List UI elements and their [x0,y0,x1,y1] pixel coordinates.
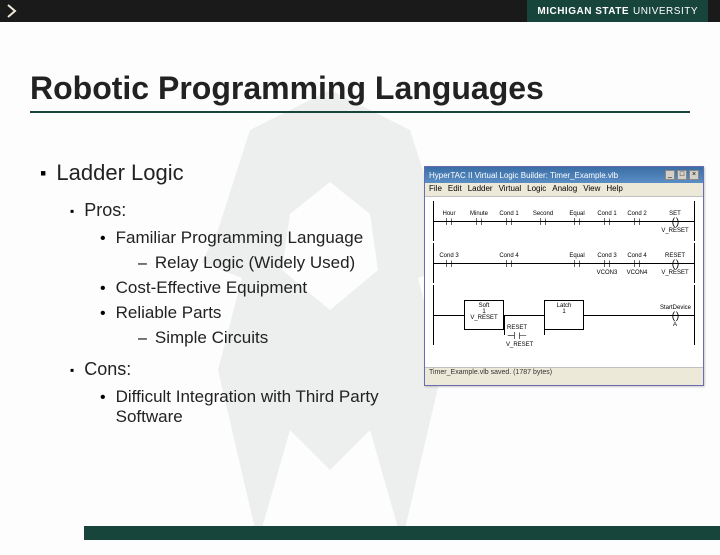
contact-second: Second⊣ ⊢ [532,211,554,231]
bullet-topic: Ladder Logic [40,160,420,186]
box-latch: Latch 1 [544,300,584,330]
rung-2: 110 Cond 3⊣ ⊢ Cond 4⊣ ⊢ Equal⊣ ⊢ Cond 3⊣… [433,243,695,283]
bullet-cons-1: Difficult Integration with Third Party S… [100,387,420,427]
contact-equal: Equal⊣ ⊢ [566,211,588,231]
minimize-icon[interactable]: _ [665,170,675,180]
window-statusbar: Timer_Example.vlb saved. (1787 bytes) [425,367,703,381]
contact-vcon3: Cond 3⊣ ⊢VCON3 [596,253,618,273]
contact-hour: Hour⊣ ⊢ [438,211,460,231]
ladder-logic-window: HyperTAC II Virtual Logic Builder: Timer… [424,166,704,386]
footer-notch [0,526,84,540]
footer-bar [84,526,720,540]
contact-equal2: Equal⊣ ⊢ [566,253,588,273]
brand-name: MICHIGAN STATE [537,6,629,17]
contact-cond3: Cond 3⊣ ⊢ [438,253,460,273]
menu-view[interactable]: View [583,184,600,195]
menu-edit[interactable]: Edit [448,184,462,195]
menu-analog[interactable]: Analog [552,184,577,195]
window-title: HyperTAC II Virtual Logic Builder: Timer… [429,171,618,180]
maximize-icon[interactable]: □ [677,170,687,180]
slide-title: Robotic Programming Languages [30,70,690,113]
menu-logic[interactable]: Logic [527,184,546,195]
branch [504,315,505,335]
content-area: Ladder Logic Pros: Familiar Programming … [40,160,420,431]
contact-cond4: Cond 4⊣ ⊢ [498,253,520,273]
contact-cond1b: Cond 1⊣ ⊢ [596,211,618,231]
contact-reset-branch: RESET⊣ ⊢V_RESET [506,325,528,345]
brand-bar: MICHIGAN STATE UNIVERSITY [0,0,720,22]
window-titlebar: HyperTAC II Virtual Logic Builder: Timer… [425,167,703,183]
bullet-pros-1-sub: Relay Logic (Widely Used) [138,253,420,274]
box-soft: Soft 1 V_RESET [464,300,504,330]
brand-suffix: UNIVERSITY [633,6,698,17]
coil-startdevice: StartDevice( )A [660,305,690,329]
contact-cond2: Cond 2⊣ ⊢ [626,211,648,231]
rung-1: 186 Hour⊣ ⊢ Minute⊣ ⊢ Cond 1⊣ ⊢ Second⊣ … [433,201,695,241]
bullet-pros-label: Pros: [70,200,420,222]
bullet-cons-label: Cons: [70,359,420,381]
chevron-icon [0,0,34,22]
bullet-pros-1: Familiar Programming Language [100,228,420,249]
ladder-canvas: 186 Hour⊣ ⊢ Minute⊣ ⊢ Cond 1⊣ ⊢ Second⊣ … [425,197,703,367]
branch [544,315,545,335]
menu-virtual[interactable]: Virtual [499,184,522,195]
contact-minute: Minute⊣ ⊢ [468,211,490,231]
coil-set: SET( )V_RESET [660,211,690,235]
coil-reset: RESET( )V_RESET [660,253,690,277]
contact-vcon4: Cond 4⊣ ⊢VCON4 [626,253,648,273]
slide-footer [0,526,720,540]
rung-3: 140 Soft 1 V_RESET Latch 1 RESET⊣ ⊢V_RES… [433,285,695,345]
menu-file[interactable]: File [429,184,442,195]
bullet-pros-3-sub: Simple Circuits [138,328,420,349]
close-icon[interactable]: × [689,170,699,180]
bullet-pros-3: Reliable Parts [100,303,420,324]
menu-ladder[interactable]: Ladder [468,184,493,195]
brand-badge: MICHIGAN STATE UNIVERSITY [527,0,708,22]
wire [434,263,694,264]
bullet-pros-2: Cost-Effective Equipment [100,278,420,299]
menu-help[interactable]: Help [606,184,622,195]
window-menubar: File Edit Ladder Virtual Logic Analog Vi… [425,183,703,197]
contact-cond1: Cond 1⊣ ⊢ [498,211,520,231]
